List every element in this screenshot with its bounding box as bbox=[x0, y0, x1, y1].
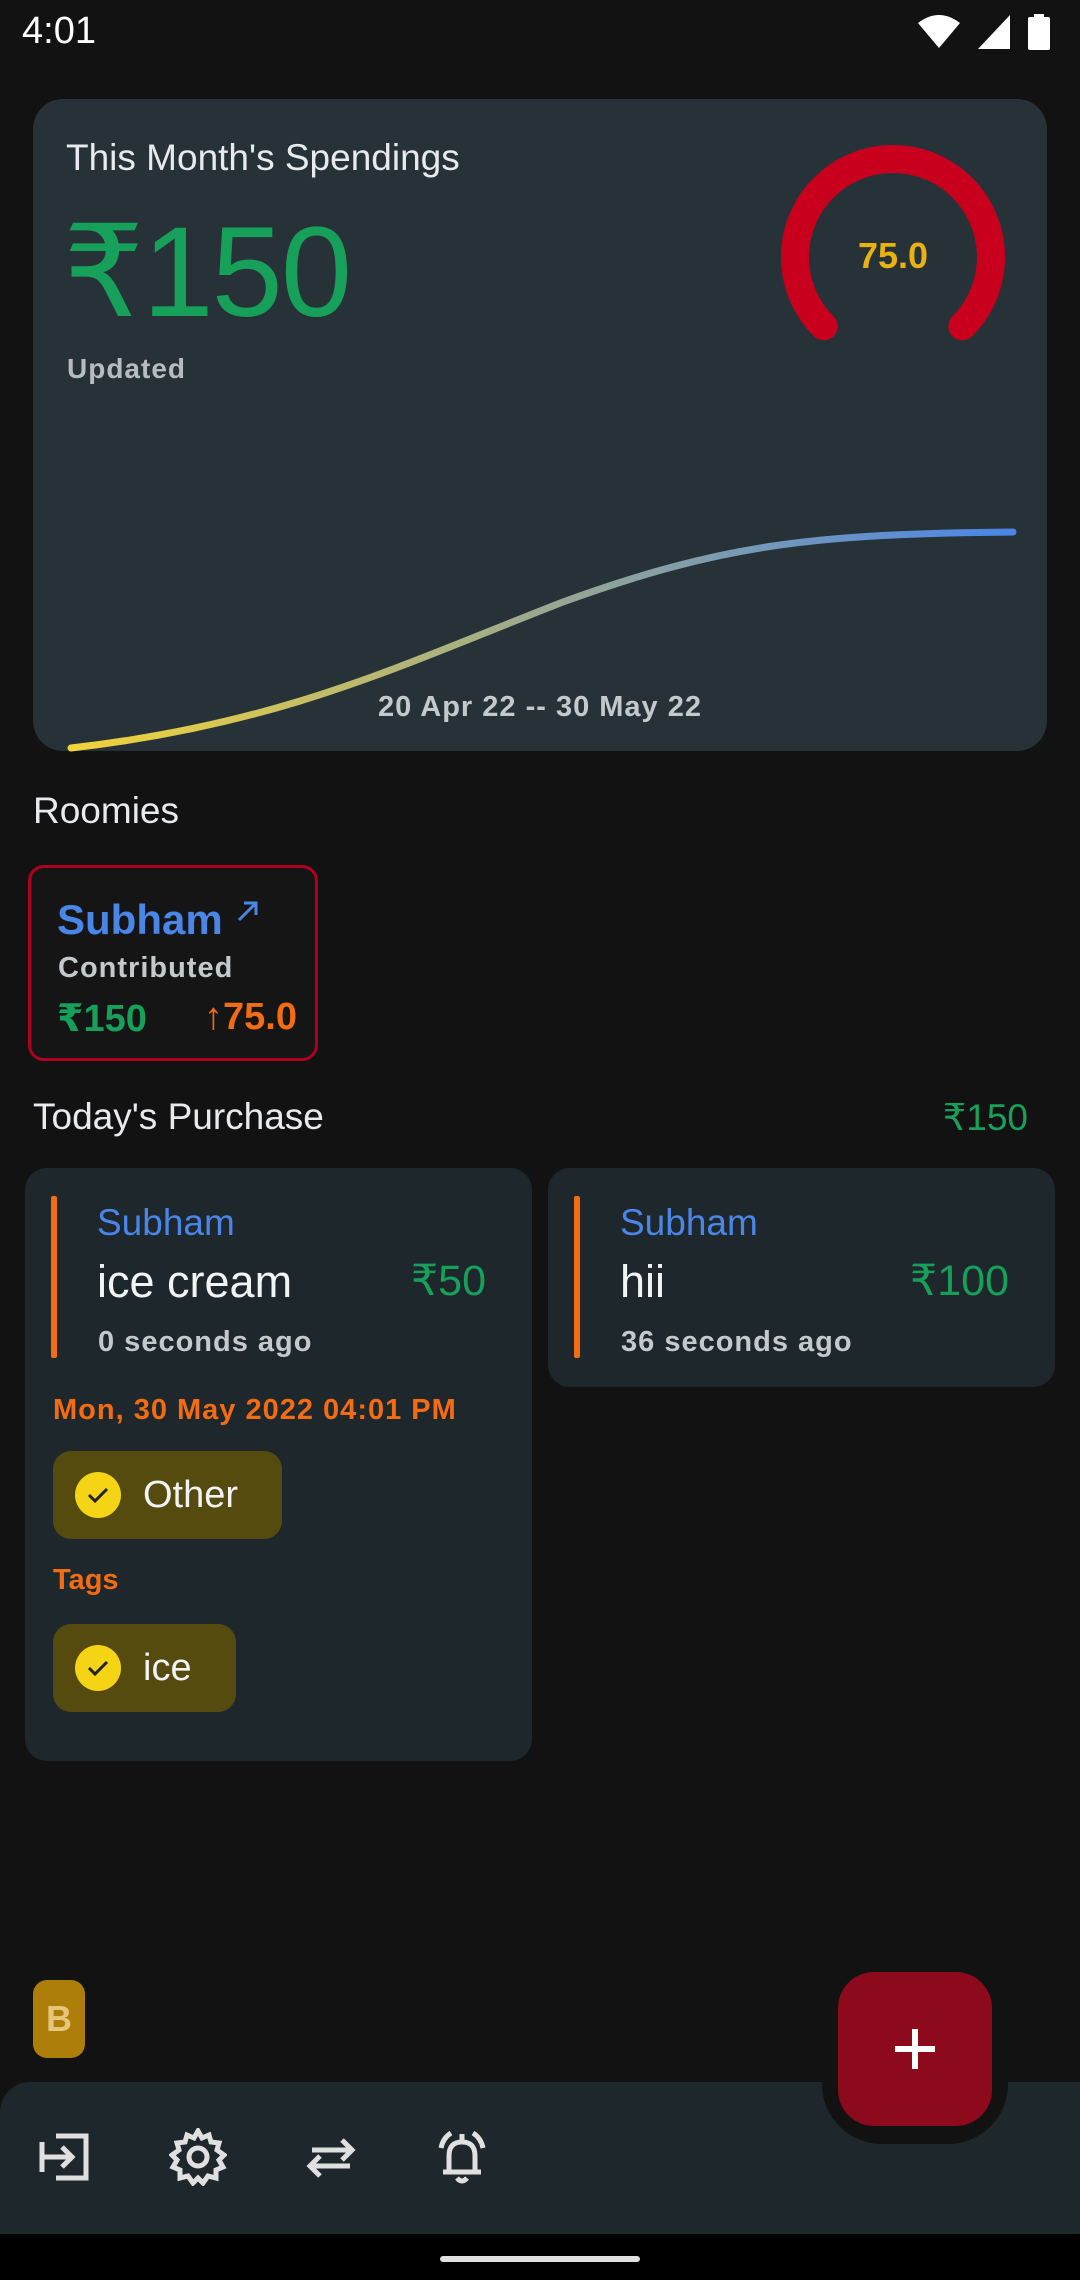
purchase-price: ₹100 bbox=[909, 1257, 1009, 1305]
wifi-icon bbox=[918, 15, 960, 48]
app-screen: 4:01 This Month's Spendings ₹150 Updated… bbox=[0, 0, 1080, 2280]
purchase-price: ₹50 bbox=[410, 1257, 486, 1305]
category-chip-label: Other bbox=[143, 1473, 239, 1516]
purchase-card[interactable]: Subham ice cream ₹50 0 seconds ago Mon, … bbox=[25, 1168, 532, 1761]
spendings-amount: ₹150 bbox=[63, 201, 352, 344]
roomie-name: Subham bbox=[57, 896, 223, 943]
spendings-card[interactable]: This Month's Spendings ₹150 Updated 75.0… bbox=[33, 99, 1047, 752]
purchase-accent-bar bbox=[51, 1196, 57, 1358]
logout-icon[interactable] bbox=[32, 2124, 98, 2190]
tag-chip[interactable]: ice bbox=[53, 1624, 236, 1712]
tag-chip-label: ice bbox=[143, 1646, 192, 1689]
roomie-percent: ↑75.0 bbox=[204, 996, 297, 1038]
home-gesture-handle[interactable] bbox=[440, 2256, 640, 2262]
tags-label: Tags bbox=[53, 1564, 119, 1596]
category-chip[interactable]: Other bbox=[53, 1451, 283, 1539]
purchase-user: Subham bbox=[97, 1202, 235, 1243]
battery-icon bbox=[1028, 14, 1050, 50]
purchase-item: ice cream bbox=[97, 1256, 293, 1307]
purchase-user: Subham bbox=[620, 1202, 758, 1243]
roomie-card[interactable]: Subham Contributed ₹150 ↑75.0 bbox=[28, 865, 318, 1061]
roomie-amount: ₹150 bbox=[57, 998, 147, 1040]
roomie-contributed-label: Contributed bbox=[58, 952, 234, 984]
spendings-date-range: 20 Apr 22 -- 30 May 22 bbox=[378, 691, 702, 723]
status-icons bbox=[918, 14, 1050, 50]
purchase-date: Mon, 30 May 2022 04:01 PM bbox=[53, 1394, 457, 1426]
purchase-card[interactable]: Subham hii ₹100 36 seconds ago bbox=[548, 1168, 1055, 1387]
settings-icon[interactable] bbox=[165, 2124, 231, 2190]
status-time: 4:01 bbox=[22, 10, 96, 52]
status-bar: 4:01 bbox=[0, 0, 1080, 66]
arrow-up-right-icon bbox=[237, 901, 258, 922]
purchase-time-ago: 36 seconds ago bbox=[621, 1326, 853, 1358]
roomies-title: Roomies bbox=[33, 790, 179, 831]
add-purchase-button[interactable] bbox=[838, 1972, 992, 2126]
notification-alarm-icon[interactable] bbox=[429, 2124, 495, 2190]
purchase-time-ago: 0 seconds ago bbox=[98, 1326, 313, 1358]
check-icon bbox=[75, 1472, 121, 1518]
todays-purchase-title: Today's Purchase bbox=[33, 1096, 324, 1137]
check-icon bbox=[75, 1645, 121, 1691]
signal-icon bbox=[978, 15, 1010, 49]
purchase-item: hii bbox=[620, 1256, 666, 1307]
avatar[interactable]: B bbox=[33, 1980, 85, 2058]
swap-icon[interactable] bbox=[298, 2124, 364, 2190]
spendings-gauge: 75.0 bbox=[763, 129, 1023, 359]
spendings-title: This Month's Spendings bbox=[66, 137, 460, 178]
purchase-accent-bar bbox=[574, 1196, 580, 1358]
todays-purchase-total: ₹150 bbox=[942, 1097, 1028, 1138]
spendings-updated-label: Updated bbox=[67, 353, 186, 384]
plus-icon bbox=[895, 2029, 935, 2069]
gauge-value: 75.0 bbox=[857, 235, 929, 276]
